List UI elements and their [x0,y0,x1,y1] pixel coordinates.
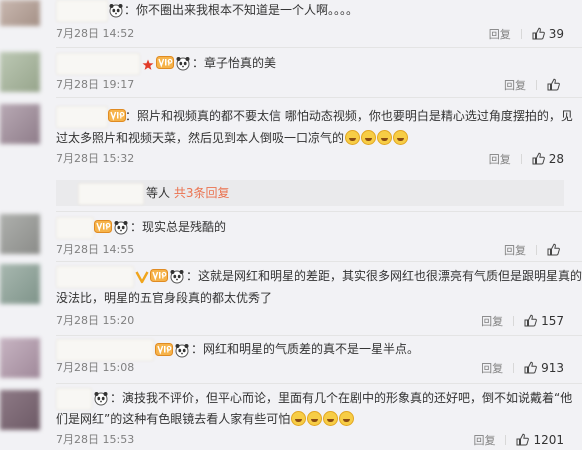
like-icon[interactable] [547,78,560,95]
comment-text: ：照片和视频真的都不要太信 哪怕动态视频，你也要明白是精心选过角度摆拍的，见 [125,109,573,123]
like-icon[interactable] [524,361,537,378]
reply-button[interactable]: 回复 [504,79,526,92]
v-icon [135,269,149,288]
comment-text: ：章子怡真的美 [192,56,277,70]
panda-icon [108,2,124,22]
comment-text: ：现实总是残酷的 [130,220,227,234]
timestamp: 7月28日 15:20 [56,314,135,327]
reply-button[interactable]: 回复 [481,362,503,375]
like-icon[interactable] [516,433,530,450]
more-replies-link[interactable]: 共3条回复 [174,186,230,200]
laugh-emoji-icon [393,130,409,145]
like-count: 913 [541,361,564,375]
panda-icon [169,268,185,288]
reply-button[interactable]: 回复 [473,434,495,447]
laugh-emoji-icon [345,130,361,145]
avatar[interactable] [0,264,40,304]
star-red-icon [142,56,154,75]
avatar[interactable] [0,390,40,430]
laugh-emoji-icon [291,411,307,426]
reply-button[interactable]: 回复 [489,28,511,41]
comment-text-continued: 们是网红”的这种有色眼镜去看人家有些可怕 [56,409,355,429]
comment-text-continued: 过太多照片和视频天菜，然后见到本人倒吸一口凉气的 [56,128,409,148]
laugh-emoji-icon [339,411,355,426]
timestamp: 7月28日 15:32 [56,152,135,165]
comment-actions: 回复 913 [481,361,564,378]
username[interactable] [56,53,140,75]
avatar[interactable] [0,214,40,254]
timestamp: 7月28日 14:52 [56,27,135,40]
avatar[interactable] [0,0,40,26]
like-count: 39 [548,27,564,41]
comment-item: ：你不圈出来我根本不知道是一个人啊。。。。 7月28日 14:52 回复 39 [0,0,582,48]
comment-text: ：这就是网红和明星的差距，其实很多网红也很漂亮有气质但是跟明星真的 [186,269,582,283]
sub-replies-summary[interactable]: 等人 共3条回复 [146,183,229,203]
username[interactable] [56,388,92,410]
timestamp: 7月28日 15:53 [56,433,135,446]
vip-icon [94,219,112,238]
username[interactable] [56,339,154,361]
laugh-emoji-icon [323,411,339,426]
avatar[interactable] [0,52,40,92]
like-count: 1201 [533,433,564,447]
comment-actions: 回复 [504,78,564,95]
panda-icon [93,390,109,410]
panda-icon [174,342,190,362]
vip-icon [150,268,168,287]
like-count: 28 [548,152,564,166]
comment-actions: 回复 28 [489,152,564,169]
panda-icon [113,219,129,239]
username[interactable] [56,217,94,239]
vip-icon [155,342,173,361]
timestamp: 7月28日 15:08 [56,361,135,374]
comment-actions: 回复 [504,243,564,260]
reply-button[interactable]: 回复 [481,315,503,328]
comment-actions: 回复 157 [481,314,564,331]
like-icon[interactable] [532,152,545,169]
reply-button[interactable]: 回复 [489,153,511,166]
panda-icon [175,55,191,75]
avatar[interactable] [0,104,40,144]
laugh-emoji-icon [307,411,323,426]
comment-actions: 回复 1201 [473,433,564,450]
comment-feed: ：你不圈出来我根本不知道是一个人啊。。。。 7月28日 14:52 回复 39 ：… [0,0,582,450]
username[interactable] [56,0,108,22]
like-icon[interactable] [524,314,537,331]
vip-icon [156,55,174,74]
like-icon[interactable] [532,27,545,44]
laugh-emoji-icon [377,130,393,145]
comment-item: ：现实总是残酷的 7月28日 14:55 回复 [0,212,582,262]
username[interactable] [78,183,144,205]
comment-text: ：你不圈出来我根本不知道是一个人啊。。。。 [124,3,359,17]
comment-item: ：章子怡真的美 7月28日 19:17 回复 [0,48,582,98]
comment-item: ：演技我不评价，但平心而论，里面有几个在剧中的形象真的还好吧，倒不如说戴着“他 … [0,384,582,450]
username[interactable] [56,106,108,128]
laugh-emoji-icon [361,130,377,145]
username[interactable] [56,266,134,288]
comment-actions: 回复 39 [489,27,564,44]
comment-text: ：演技我不评价，但平心而论，里面有几个在剧中的形象真的还好吧，倒不如说戴着“他 [110,391,573,405]
comment-text: ：网红和明星的气质差的真不是一星半点。 [191,342,420,356]
timestamp: 7月28日 19:17 [56,78,135,91]
comment-text-continued: 没法比，明星的五官身段真的都太优秀了 [56,291,273,305]
avatar[interactable] [0,338,40,378]
like-icon[interactable] [547,243,560,260]
sub-replies-box[interactable]: 等人 共3条回复 [56,180,564,206]
comment-item: ：这就是网红和明星的差距，其实很多网红也很漂亮有气质但是跟明星真的 没法比，明星… [0,262,582,336]
vip-icon [108,108,126,127]
like-count: 157 [541,314,564,328]
timestamp: 7月28日 14:55 [56,243,135,256]
reply-button[interactable]: 回复 [504,244,526,257]
comment-item: ：网红和明星的气质差的真不是一星半点。 7月28日 15:08 回复 913 [0,336,582,384]
